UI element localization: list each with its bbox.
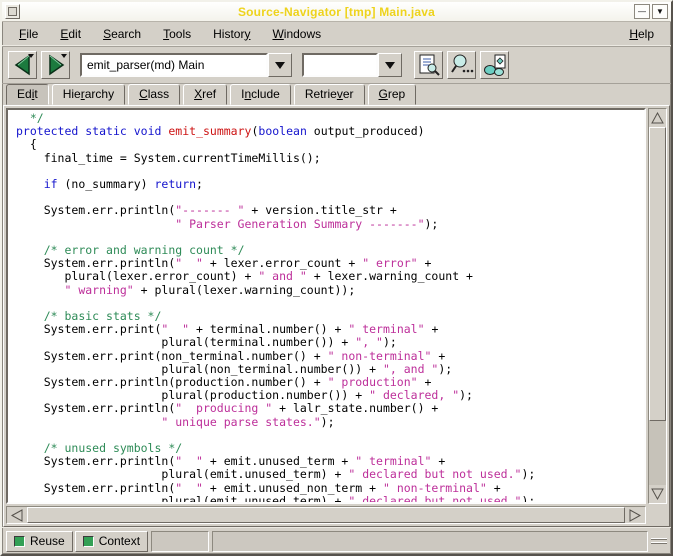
editor-button[interactable]	[414, 51, 443, 79]
code-line: " Parser Generation Summary -------");	[16, 218, 644, 231]
tab-edit[interactable]: Edit	[6, 84, 49, 105]
forward-history-dropdown-icon	[61, 54, 67, 58]
toggle-indicator-icon	[83, 536, 94, 547]
triangle-left-icon	[11, 509, 23, 522]
menu-history[interactable]: History	[204, 24, 259, 44]
menu-help[interactable]: Help	[620, 24, 663, 44]
vertical-scrollbar-trough[interactable]	[649, 127, 666, 485]
statusbar: Reuse Context	[2, 527, 671, 554]
menu-tools[interactable]: Tools	[154, 24, 200, 44]
back-history-dropdown-icon	[28, 54, 34, 58]
history-forward-button[interactable]	[41, 51, 70, 79]
window-controls: — ▼	[634, 4, 668, 19]
vertical-scrollbar[interactable]	[648, 108, 667, 504]
app-window: Source-Navigator [tmp] Main.java — ▼ Fil…	[0, 0, 673, 556]
resize-grip-icon[interactable]	[651, 535, 667, 547]
toolbar-icon-buttons	[414, 51, 509, 79]
search-combo-value[interactable]	[302, 53, 378, 77]
status-panel-2	[212, 531, 648, 552]
tab-xref[interactable]: Xref	[183, 84, 227, 105]
retriever-icon	[450, 53, 474, 77]
code-line: if (no_summary) return;	[16, 178, 644, 191]
menubar-right: Help	[620, 24, 663, 44]
menubar-items: FileEditSearchToolsHistoryWindows	[10, 24, 330, 44]
window-title: Source-Navigator [tmp] Main.java	[2, 5, 671, 19]
triangle-right-icon	[629, 509, 641, 522]
tab-retriever[interactable]: Retriever	[294, 84, 365, 105]
toggle-indicator-icon	[14, 536, 25, 547]
menu-windows[interactable]: Windows	[263, 24, 330, 44]
scroll-right-button[interactable]	[625, 507, 645, 523]
titlebar[interactable]: Source-Navigator [tmp] Main.java — ▼	[2, 2, 671, 22]
code-line: " unique parse states.");	[16, 416, 644, 429]
menubar: FileEditSearchToolsHistoryWindows Help	[2, 22, 671, 46]
context-toggle[interactable]: Context	[75, 531, 148, 552]
scroll-down-button[interactable]	[649, 485, 666, 503]
minimize-button[interactable]: —	[634, 4, 650, 19]
toolbar: emit_parser(md) Main	[2, 46, 671, 84]
horizontal-scrollbar-thumb[interactable]	[27, 507, 625, 523]
maximize-button[interactable]: ▼	[652, 4, 668, 19]
tab-grep[interactable]: Grep	[368, 84, 417, 105]
window-menu-icon	[8, 7, 17, 16]
editor-main: */protected static void emit_summary(boo…	[6, 108, 667, 504]
editor-panel: */protected static void emit_summary(boo…	[3, 105, 670, 527]
toggle-label: Reuse	[30, 534, 65, 548]
tab-class[interactable]: Class	[128, 84, 180, 105]
tab-hierarchy[interactable]: Hierarchy	[52, 84, 125, 105]
toggle-label: Context	[99, 534, 140, 548]
minimize-icon: —	[638, 8, 646, 16]
status-panel-1	[151, 531, 209, 552]
search-combobox	[302, 53, 402, 77]
menu-edit[interactable]: Edit	[51, 24, 90, 44]
retriever-button[interactable]	[447, 51, 476, 79]
scroll-up-button[interactable]	[649, 109, 666, 127]
window-menu-button[interactable]	[5, 4, 20, 19]
menu-search[interactable]: Search	[94, 24, 150, 44]
tab-bar: EditHierarchyClassXrefIncludeRetrieverGr…	[2, 84, 671, 105]
status-toggles: Reuse Context	[6, 531, 148, 552]
reuse-toggle[interactable]: Reuse	[6, 531, 73, 552]
triangle-down-icon	[651, 488, 664, 500]
symbol-combo-dropdown-button[interactable]	[268, 53, 292, 77]
vertical-scrollbar-thumb[interactable]	[649, 127, 666, 421]
history-back-button[interactable]	[8, 51, 37, 79]
chevron-down-icon	[385, 62, 395, 69]
symbol-combobox: emit_parser(md) Main	[80, 53, 292, 77]
symbol-combo-value[interactable]: emit_parser(md) Main	[80, 53, 268, 77]
code-line: protected static void emit_summary(boole…	[16, 125, 644, 138]
search-combo-dropdown-button[interactable]	[378, 53, 402, 77]
tab-include[interactable]: Include	[230, 84, 291, 105]
code-line: " warning" + plural(lexer.warning_count)…	[16, 284, 644, 297]
class-browser-icon	[483, 53, 507, 77]
maximize-icon: ▼	[656, 8, 664, 16]
editor-icon	[417, 53, 441, 77]
horizontal-scrollbar-trough[interactable]	[27, 507, 625, 523]
class-browser-button[interactable]	[480, 51, 509, 79]
code-line: final_time = System.currentTimeMillis();	[16, 152, 644, 165]
chevron-down-icon	[275, 62, 285, 69]
menu-file[interactable]: File	[10, 24, 47, 44]
code-line: plural(emit.unused_term) + " declared bu…	[16, 495, 644, 504]
scroll-left-button[interactable]	[7, 507, 27, 523]
horizontal-scrollbar[interactable]	[6, 506, 646, 524]
triangle-up-icon	[651, 112, 664, 124]
code-view[interactable]: */protected static void emit_summary(boo…	[6, 108, 646, 504]
